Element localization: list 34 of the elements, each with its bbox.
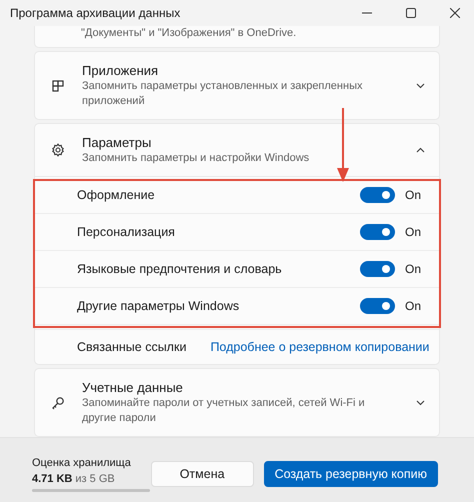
backup-button[interactable]: Создать резервную копию [264, 461, 438, 487]
storage-amount: 4.71 KB из 5 GB [32, 472, 116, 484]
option-label: Оформление [77, 188, 156, 202]
gear-icon [51, 143, 65, 157]
section-description: Запоминайте пароли от учетных записей, сетей Wi-Fi и другие пароли [82, 396, 366, 426]
key-icon [51, 396, 65, 410]
apps-icon [51, 78, 65, 92]
maximize-icon [406, 8, 416, 18]
section-description: Запомнить параметры установленных и закрепленных приложений [82, 79, 364, 109]
related-links-label: Связанные ссылки [77, 340, 186, 354]
toggle-switch[interactable] [360, 298, 395, 314]
window-title: Программа архивации данных [10, 6, 180, 20]
card-description: "Документы" и "Изображения" в OneDrive. [81, 26, 298, 41]
cancel-button[interactable]: Отмена [150, 461, 254, 487]
chevron-down-icon[interactable] [416, 400, 425, 406]
option-label: Персонализация [77, 225, 176, 239]
toggle-switch[interactable] [360, 224, 395, 240]
section-title: Учетные данные [82, 379, 184, 396]
toggle-switch[interactable] [360, 187, 395, 203]
option-label: Другие параметры Windows [77, 299, 240, 313]
section-description: Запомнить параметры и настройки Windows [82, 151, 310, 166]
backup-info-link[interactable]: Подробнее о резервном копировании [210, 340, 430, 354]
close-icon [450, 8, 460, 18]
option-label: Языковые предпочтения и словарь [77, 262, 283, 276]
chevron-up-icon[interactable] [416, 147, 425, 153]
toggle-state-label: On [405, 299, 421, 313]
storage-label: Оценка хранилища [32, 456, 132, 468]
toggle-state-label: On [405, 262, 421, 276]
toggle-state-label: On [405, 225, 421, 239]
section-title: Параметры [82, 134, 152, 151]
toggle-state-label: On [405, 188, 421, 202]
toggle-switch[interactable] [360, 261, 395, 277]
chevron-down-icon[interactable] [416, 82, 425, 88]
section-title: Приложения [82, 62, 160, 79]
